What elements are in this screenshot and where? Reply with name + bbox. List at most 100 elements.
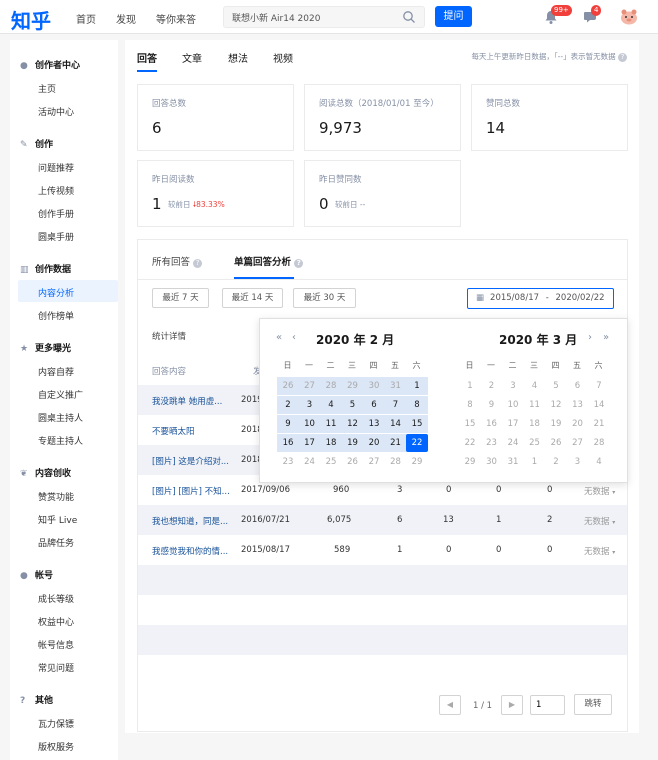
calendar-day[interactable]: 26 <box>277 377 299 395</box>
nav-home[interactable]: 首页 <box>76 11 96 26</box>
sidebar-item-copyright[interactable]: 版权服务 <box>38 740 74 753</box>
calendar-day[interactable]: 23 <box>277 453 299 471</box>
calendar-day[interactable]: 10 <box>502 396 524 414</box>
calendar-day[interactable]: 31 <box>384 377 407 395</box>
date-start[interactable]: 2015/08/17 <box>490 293 539 303</box>
tab-videos[interactable]: 视频 <box>273 50 293 65</box>
help-icon[interactable]: ? <box>618 53 627 62</box>
calendar-day[interactable]: 15 <box>406 415 428 433</box>
calendar-day[interactable]: 14 <box>384 415 407 433</box>
calendar-day[interactable]: 22 <box>459 434 481 452</box>
calendar-day[interactable]: 30 <box>481 453 503 471</box>
calendar-day[interactable]: 25 <box>320 453 342 471</box>
next-page-button[interactable]: ▶ <box>501 695 523 715</box>
sidebar-item-zhihu-live[interactable]: 知乎 Live <box>38 513 77 526</box>
calendar-day[interactable]: 8 <box>406 396 428 414</box>
tab-articles[interactable]: 文章 <box>182 50 202 65</box>
calendar-day[interactable]: 28 <box>320 377 342 395</box>
search-box[interactable] <box>223 6 425 28</box>
tab-single-answer[interactable]: 单篇回答分析 ? <box>234 254 304 268</box>
next-month-icon[interactable]: › <box>588 332 592 343</box>
calendar-day[interactable]: 5 <box>341 396 364 414</box>
sidebar-item-growth-level[interactable]: 成长等级 <box>38 592 74 605</box>
date-range-picker[interactable]: ▦ 2015/08/17 - 2020/02/22 <box>467 288 614 309</box>
sidebar-item-account-info[interactable]: 帐号信息 <box>38 638 74 651</box>
tab-all-answers[interactable]: 所有回答 ? <box>152 254 203 268</box>
calendar-day[interactable]: 29 <box>341 377 364 395</box>
calendar-day[interactable]: 29 <box>459 453 481 471</box>
calendar-day[interactable]: 16 <box>481 415 503 433</box>
calendar-day[interactable]: 15 <box>459 415 481 433</box>
row-title[interactable]: [图片] [图片] 不知... <box>152 485 230 497</box>
calendar-day[interactable]: 26 <box>342 453 364 471</box>
page-input[interactable] <box>530 695 565 715</box>
calendar-day[interactable]: 28 <box>385 453 407 471</box>
tab-thoughts[interactable]: 想法 <box>228 50 248 65</box>
sidebar-item-roundtable-host[interactable]: 圆桌主持人 <box>38 411 83 424</box>
search-input[interactable] <box>224 7 394 27</box>
calendar-day[interactable]: 5 <box>545 377 567 395</box>
calendar-day[interactable]: 22 <box>406 434 428 452</box>
ask-button[interactable]: 提问 <box>435 6 472 27</box>
nav-discover[interactable]: 发现 <box>116 11 136 26</box>
sidebar-item-content-analysis[interactable]: 内容分析 <box>38 286 74 299</box>
sidebar-item-self-recommend[interactable]: 内容自荐 <box>38 365 74 378</box>
zhihu-logo[interactable]: 知乎 <box>11 5 51 34</box>
sidebar-item-brand-task[interactable]: 品牌任务 <box>38 536 74 549</box>
calendar-day[interactable]: 1 <box>406 377 428 395</box>
row-status[interactable]: 无数据 ▾ <box>584 545 615 557</box>
row-status[interactable]: 无数据 ▾ <box>584 485 615 497</box>
calendar-day[interactable]: 27 <box>298 377 321 395</box>
sidebar-item-roundtable-manual[interactable]: 圆桌手册 <box>38 230 74 243</box>
calendar-day[interactable]: 3 <box>502 377 524 395</box>
calendar-day[interactable]: 8 <box>459 396 481 414</box>
tab-answers[interactable]: 回答 <box>137 50 157 65</box>
calendar-day[interactable]: 24 <box>502 434 524 452</box>
last-30-days-button[interactable]: 最近 30 天 <box>293 288 356 308</box>
calendar-day[interactable]: 10 <box>298 415 321 433</box>
calendar-day[interactable]: 13 <box>567 396 589 414</box>
calendar-day[interactable]: 11 <box>524 396 546 414</box>
row-title[interactable]: [图片] 这是介绍对... <box>152 455 229 467</box>
calendar-day[interactable]: 6 <box>567 377 589 395</box>
search-icon[interactable] <box>402 10 416 24</box>
calendar-day[interactable]: 30 <box>363 377 385 395</box>
calendar-day[interactable]: 2 <box>277 396 299 414</box>
calendar-day[interactable]: 17 <box>502 415 524 433</box>
prev-year-icon[interactable]: « <box>276 332 282 343</box>
calendar-day[interactable]: 19 <box>341 434 364 452</box>
calendar-day[interactable]: 17 <box>298 434 321 452</box>
calendar-day[interactable]: 9 <box>277 415 299 433</box>
jump-button[interactable]: 跳转 <box>574 694 612 715</box>
last-14-days-button[interactable]: 最近 14 天 <box>222 288 283 308</box>
sidebar-item-faq[interactable]: 常见问题 <box>38 661 74 674</box>
calendar-day[interactable]: 1 <box>459 377 481 395</box>
calendar-day[interactable]: 24 <box>299 453 321 471</box>
calendar-day[interactable]: 27 <box>567 434 589 452</box>
calendar-day[interactable]: 14 <box>588 396 610 414</box>
calendar-day[interactable]: 28 <box>588 434 610 452</box>
calendar-day[interactable]: 16 <box>277 434 299 452</box>
calendar-day[interactable]: 9 <box>481 396 503 414</box>
calendar-day[interactable]: 4 <box>588 453 610 471</box>
row-title[interactable]: 不要晒太阳 <box>152 425 195 437</box>
help-icon[interactable]: ? <box>294 259 304 268</box>
calendar-day[interactable]: 6 <box>363 396 385 414</box>
calendar-day[interactable]: 18 <box>320 434 342 452</box>
calendar-day[interactable]: 26 <box>545 434 567 452</box>
calendar-day[interactable]: 29 <box>406 453 428 471</box>
row-title[interactable]: 我没跳单 她用虚... <box>152 395 222 407</box>
calendar-day[interactable]: 20 <box>567 415 589 433</box>
calendar-day[interactable]: 13 <box>363 415 385 433</box>
sidebar-item-home[interactable]: 主页 <box>38 82 56 95</box>
sidebar-item-upload-video[interactable]: 上传视频 <box>38 184 74 197</box>
calendar-day[interactable]: 12 <box>341 415 364 433</box>
sidebar-item-creator-manual[interactable]: 创作手册 <box>38 207 74 220</box>
calendar-day[interactable]: 25 <box>524 434 546 452</box>
last-7-days-button[interactable]: 最近 7 天 <box>152 288 209 308</box>
sidebar-item-topic-host[interactable]: 专题主持人 <box>38 434 83 447</box>
calendar-day[interactable]: 27 <box>363 453 385 471</box>
row-title[interactable]: 我也想知道，同是... <box>152 515 228 527</box>
calendar-day[interactable]: 1 <box>524 453 546 471</box>
calendar-day[interactable]: 23 <box>481 434 503 452</box>
